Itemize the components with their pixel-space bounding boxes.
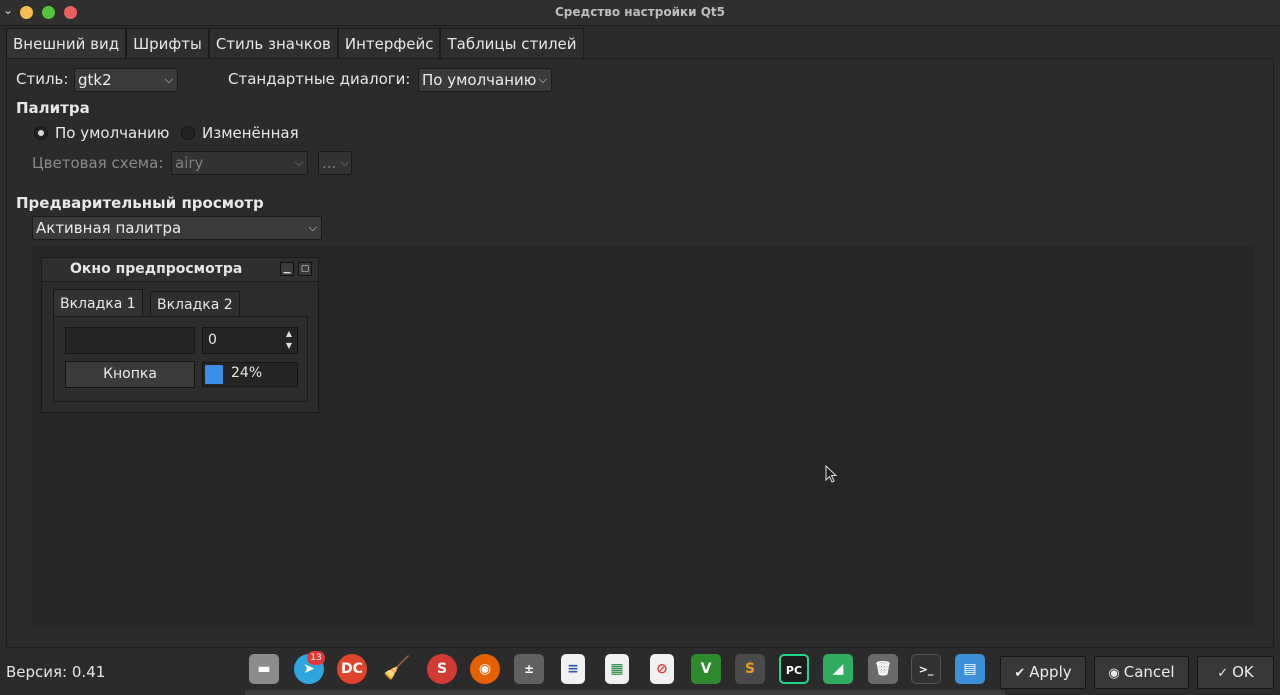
more-label: ...: [322, 154, 337, 172]
version-label: Версия: 0.41: [6, 663, 106, 681]
terminal-icon[interactable]: >_: [911, 654, 941, 684]
preview-spinbox-value: 0: [208, 332, 217, 348]
check-icon: ✔: [1014, 666, 1026, 681]
apply-label: Apply: [1029, 663, 1072, 681]
dialogs-select-value: По умолчанию: [422, 71, 537, 89]
palette-custom-label[interactable]: Изменённая: [202, 124, 299, 142]
progress-text: 24%: [231, 365, 263, 381]
color-scheme-value: airy: [175, 154, 204, 172]
style-select-value: gtk2: [78, 71, 112, 89]
title-bar: ⌄ Средство настройки Qt5: [0, 0, 1280, 26]
mouse-cursor-icon: [825, 465, 837, 483]
color-scheme-label: Цветовая схема:: [32, 154, 164, 172]
preview-button[interactable]: Кнопка: [65, 361, 195, 388]
style-label: Стиль:: [16, 70, 69, 88]
monitor-icon[interactable]: ◢: [823, 654, 853, 684]
preview-palette-value: Активная палитра: [36, 219, 182, 237]
pycharm-icon[interactable]: PC: [779, 654, 809, 684]
chevron-down-icon: ⌵: [538, 73, 547, 86]
chevron-down-icon: ⌵: [340, 156, 349, 169]
firefox-icon[interactable]: ◉: [470, 654, 500, 684]
dialogs-select[interactable]: По умолчанию ⌵: [418, 68, 552, 92]
bleachbit-icon[interactable]: 🧹: [382, 654, 412, 684]
trash-icon[interactable]: 🗑: [868, 654, 898, 684]
preview-window: Окно предпросмотра ▁ ▢ Вкладка 1 Вкладка…: [41, 257, 319, 413]
preview-progress-bar: 24%: [202, 362, 298, 387]
palette-custom-radio[interactable]: [181, 126, 195, 140]
spin-arrows-icon[interactable]: ▲ ▼: [281, 328, 297, 353]
telegram-badge: 13: [307, 651, 325, 665]
writer-icon[interactable]: ≡: [561, 654, 585, 684]
color-scheme-select[interactable]: airy ⌵: [171, 151, 308, 175]
preview-palette-select[interactable]: Активная палитра ⌵: [32, 216, 322, 240]
preview-spinbox[interactable]: 0 ▲ ▼: [202, 327, 298, 354]
calc-icon[interactable]: ▦: [605, 654, 629, 684]
chevron-down-icon: ⌵: [164, 73, 173, 86]
ok-button[interactable]: ✓ OK: [1197, 656, 1274, 689]
preview-window-title: Окно предпросмотра: [70, 261, 243, 277]
vim-icon[interactable]: V: [691, 654, 721, 684]
check-icon: ✓: [1217, 666, 1229, 681]
cancel-button[interactable]: ◉ Cancel: [1094, 656, 1189, 689]
apply-button[interactable]: ✔ Apply: [1000, 656, 1086, 689]
color-scheme-menu-button[interactable]: ... ⌵: [318, 151, 352, 175]
palette-heading: Палитра: [16, 99, 90, 117]
doublecmd-icon[interactable]: DC: [337, 654, 367, 684]
stacer-icon[interactable]: S: [427, 654, 457, 684]
maximize-icon[interactable]: ▢: [298, 262, 312, 276]
cancel-label: Cancel: [1123, 663, 1175, 681]
chevron-down-icon: ⌵: [294, 156, 303, 169]
preview-tab-1[interactable]: Вкладка 1: [53, 289, 143, 317]
sublime-icon[interactable]: S: [735, 654, 765, 684]
calculator-icon[interactable]: ±: [514, 654, 544, 684]
dialogs-label: Стандартные диалоги:: [228, 70, 411, 88]
preview-heading: Предварительный просмотр: [16, 194, 264, 212]
palette-default-radio[interactable]: [34, 126, 48, 140]
ok-label: OK: [1232, 663, 1254, 681]
preview-line-edit[interactable]: [65, 327, 195, 354]
tab-icon-theme[interactable]: Стиль значков: [208, 28, 338, 59]
style-select[interactable]: gtk2 ⌵: [74, 68, 178, 92]
cancel-icon: ◉: [1108, 666, 1120, 681]
palette-default-label[interactable]: По умолчанию: [55, 124, 169, 142]
dock-indicator-strip: [245, 690, 1005, 695]
tab-interface[interactable]: Интерфейс: [337, 28, 441, 59]
preview-tab-2[interactable]: Вкладка 2: [150, 291, 240, 317]
minimize-icon[interactable]: ▁: [280, 262, 294, 276]
chevron-down-icon: ⌵: [308, 221, 317, 234]
window-title: Средство настройки Qt5: [554, 5, 726, 19]
doc-blocked-icon[interactable]: ⊘: [650, 654, 674, 684]
tab-stylesheets[interactable]: Таблицы стилей: [440, 28, 584, 59]
progress-fill: [205, 365, 223, 384]
tab-appearance[interactable]: Внешний вид: [6, 28, 127, 59]
window-manager-icon[interactable]: ▤: [955, 654, 985, 684]
files-icon[interactable]: ▬: [249, 654, 279, 684]
preview-tab-body: 0 ▲ ▼ Кнопка 24%: [53, 316, 308, 402]
tab-fonts[interactable]: Шрифты: [126, 28, 209, 59]
preview-window-titlebar: Окно предпросмотра ▁ ▢: [42, 258, 318, 282]
tab-bar: Внешний вид Шрифты Стиль значков Интерфе…: [6, 28, 584, 59]
